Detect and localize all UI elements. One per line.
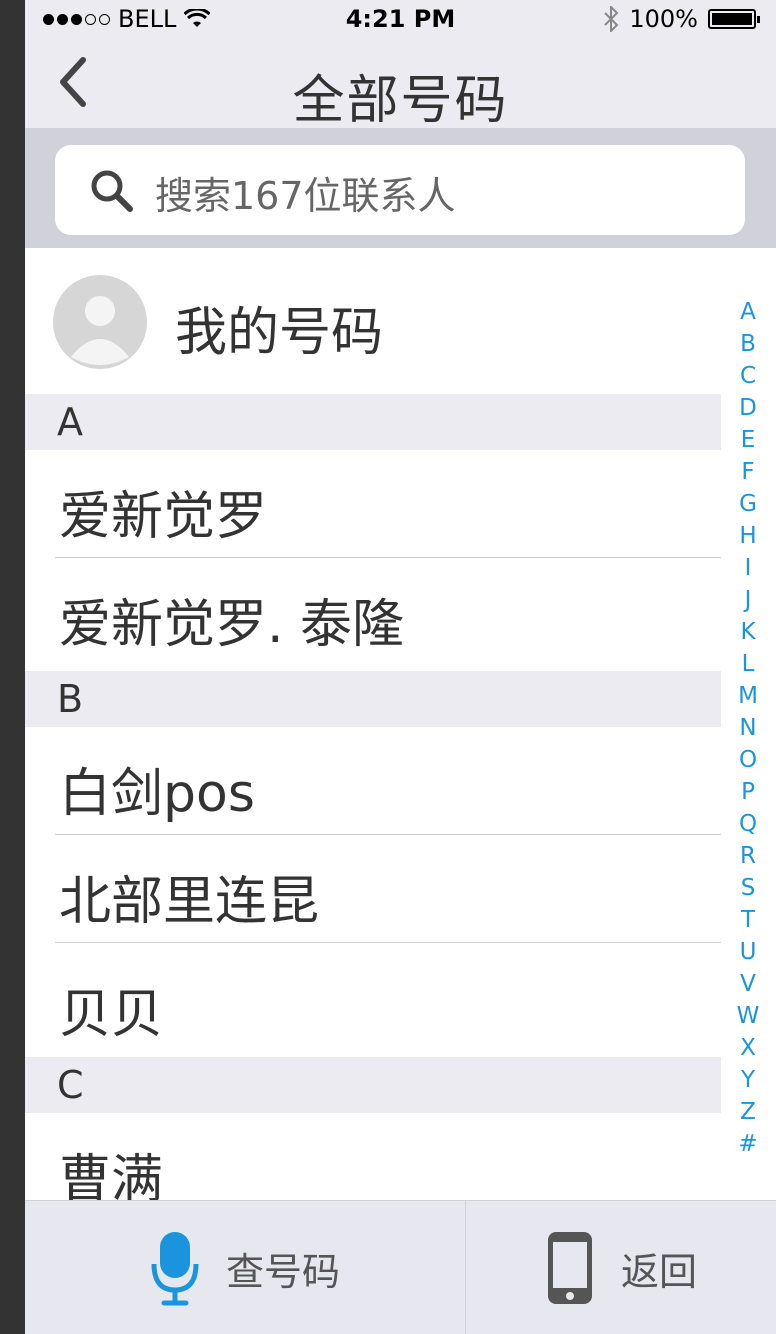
page-title: 全部号码 [292, 71, 509, 131]
contact-name: 爱新觉罗. 泰隆 [59, 595, 405, 655]
section-letter: A [57, 400, 83, 444]
index-letter[interactable]: Q [720, 808, 776, 840]
my-number-label: 我的号码 [175, 303, 384, 363]
bottom-tab-bar: 查号码 返回 [25, 1200, 776, 1334]
left-margin [0, 0, 25, 1334]
contact-name: 北部里连昆 [59, 872, 320, 932]
index-letter[interactable]: G [720, 488, 776, 520]
section-header-b: B [25, 671, 721, 727]
index-letter[interactable]: N [720, 712, 776, 744]
search-number-label: 查号码 [225, 1249, 340, 1294]
index-letter[interactable]: W [720, 1000, 776, 1032]
search-number-tab[interactable]: 查号码 [25, 1201, 465, 1334]
back-label: 返回 [620, 1249, 697, 1294]
contact-name: 爱新觉罗 [59, 487, 268, 547]
index-letter[interactable]: Y [720, 1064, 776, 1096]
navigation-bar: 全部号码 [25, 40, 776, 131]
contact-row[interactable]: 爱新觉罗 [25, 450, 721, 558]
index-letter[interactable]: K [720, 616, 776, 648]
search-area: 搜索167位联系人 [25, 128, 776, 248]
index-letter[interactable]: B [720, 328, 776, 360]
index-letter[interactable]: Z [720, 1096, 776, 1128]
index-letter[interactable]: H [720, 520, 776, 552]
index-letter[interactable]: E [720, 424, 776, 456]
index-letter[interactable]: D [720, 392, 776, 424]
contact-name: 白剑pos [59, 764, 255, 824]
contact-row[interactable]: 贝贝 [25, 948, 721, 1056]
index-letter[interactable]: # [720, 1128, 776, 1160]
status-bar: BELL 4:21 PM 100% [25, 0, 776, 40]
battery-icon [708, 9, 760, 29]
section-header-a: A [25, 394, 721, 450]
index-letter[interactable]: L [720, 648, 776, 680]
section-letter: C [57, 1063, 84, 1107]
index-letter[interactable]: X [720, 1032, 776, 1064]
search-input[interactable]: 搜索167位联系人 [55, 145, 745, 235]
microphone-icon [151, 1232, 199, 1306]
phone-screen: BELL 4:21 PM 100% 全部号码 搜索167位联系人 我的号码 A … [25, 0, 776, 1334]
contact-row[interactable]: 白剑pos [25, 727, 721, 835]
search-icon [91, 170, 133, 212]
row-divider [55, 942, 721, 943]
index-letter[interactable]: A [720, 296, 776, 328]
avatar [53, 275, 147, 369]
phone-icon [547, 1232, 592, 1304]
index-letter[interactable]: O [720, 744, 776, 776]
index-letter[interactable]: I [720, 552, 776, 584]
alphabet-index[interactable]: A B C D E F G H I J K L M N O P Q R S T U V W X Y Z # [720, 296, 776, 1160]
index-letter[interactable]: R [720, 840, 776, 872]
battery-percent: 100% [629, 5, 698, 33]
index-letter[interactable]: J [720, 584, 776, 616]
index-letter[interactable]: P [720, 776, 776, 808]
index-letter[interactable]: C [720, 360, 776, 392]
contact-row[interactable]: 北部里连昆 [25, 835, 721, 943]
index-letter[interactable]: V [720, 968, 776, 1000]
back-tab[interactable]: 返回 [465, 1201, 776, 1334]
section-header-c: C [25, 1057, 721, 1113]
index-letter[interactable]: M [720, 680, 776, 712]
section-letter: B [57, 677, 84, 721]
contact-name: 贝贝 [59, 985, 164, 1045]
my-number-row[interactable]: 我的号码 [25, 248, 725, 394]
index-letter[interactable]: F [720, 456, 776, 488]
search-placeholder: 搜索167位联系人 [155, 174, 456, 218]
index-letter[interactable]: T [720, 904, 776, 936]
status-right: 100% [603, 5, 760, 33]
index-letter[interactable]: S [720, 872, 776, 904]
contact-row[interactable]: 爱新觉罗. 泰隆 [25, 558, 721, 666]
bluetooth-icon [604, 6, 619, 32]
index-letter[interactable]: U [720, 936, 776, 968]
